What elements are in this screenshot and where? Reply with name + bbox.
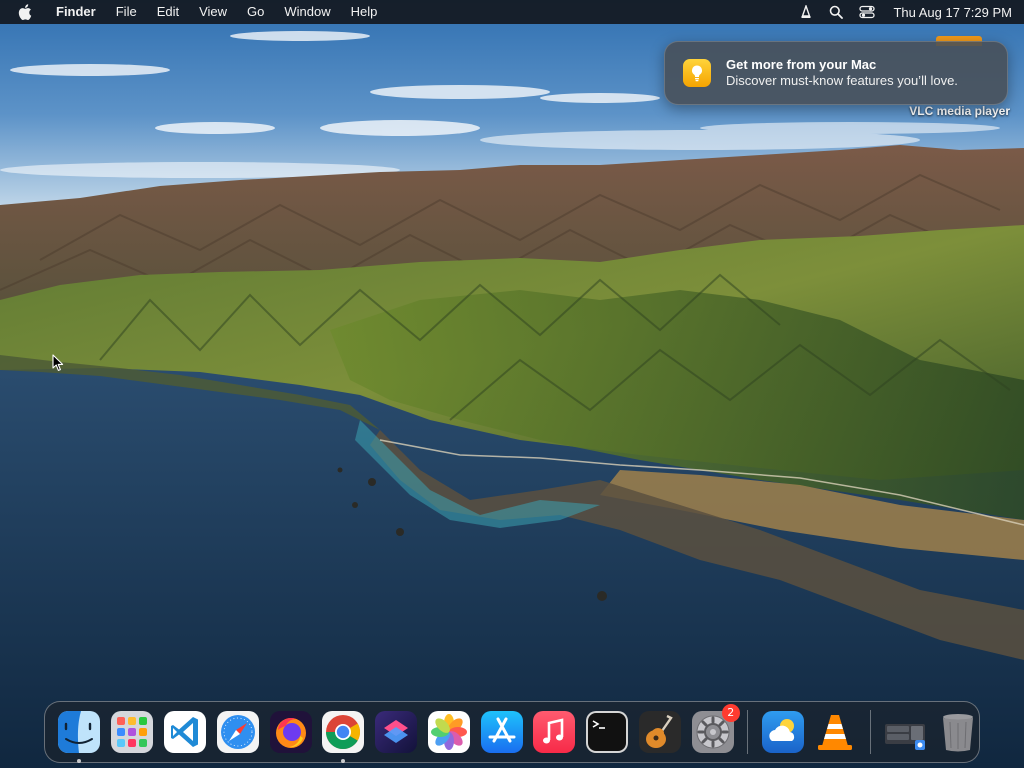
menu-help[interactable]: Help [341,0,388,24]
terminal-icon [586,711,629,753]
dock-shortcuts[interactable] [374,710,418,754]
downloads-stack-icon [885,724,926,750]
dock-music[interactable] [532,710,576,754]
menu-app-name[interactable]: Finder [46,0,106,24]
dock-downloads[interactable] [883,710,927,754]
notification-badge: 2 [721,704,740,722]
menu-file[interactable]: File [106,0,147,24]
menu-bar: Finder File Edit View Go Window Help Thu… [0,0,1024,24]
search-icon[interactable] [821,0,851,24]
dock-safari[interactable] [216,710,260,754]
control-center-icon[interactable] [851,0,883,24]
running-indicator [341,759,346,763]
trash-icon [942,714,973,752]
notification-banner[interactable]: Get more from your Mac Discover must-kno… [664,41,1008,105]
garageband-icon [638,711,681,753]
dock-vscode[interactable] [163,710,207,754]
menu-bar-clock[interactable]: Thu Aug 17 7:29 PM [883,5,1012,20]
dock-terminal[interactable] [585,710,629,754]
dock-chrome[interactable] [321,710,365,763]
dock: 2 [44,701,980,763]
finder-icon [58,711,101,753]
dock-app-store[interactable] [480,710,524,754]
menu-view[interactable]: View [189,0,237,24]
chrome-icon [322,711,365,753]
menu-edit[interactable]: Edit [147,0,189,24]
vscode-icon [163,711,206,753]
menu-go[interactable]: Go [237,0,274,24]
dock-vlc[interactable] [813,710,857,754]
shortcuts-icon [375,711,418,753]
dock-system-preferences[interactable]: 2 [691,704,740,754]
menu-bar-right: Thu Aug 17 7:29 PM [791,0,1012,24]
photos-icon [427,711,470,753]
dock-weather[interactable] [761,710,805,754]
app-store-icon [480,711,523,753]
dock-separator [747,710,749,754]
music-icon [533,711,576,753]
menu-bar-left: Finder File Edit View Go Window Help [16,0,387,24]
menu-window[interactable]: Window [274,0,340,24]
dock-firefox[interactable] [269,710,313,754]
vlc-icon [818,715,853,750]
dock-garageband[interactable] [638,710,682,754]
notification-text: Get more from your Mac Discover must-kno… [726,57,958,89]
dock-separator [869,710,871,754]
notification-body: Discover must-know features you’ll love. [726,73,958,88]
desktop-item-label[interactable]: VLC media player [909,104,1010,118]
apple-logo-icon[interactable] [16,4,46,20]
mouse-cursor-icon [52,354,64,377]
dock-trash[interactable] [936,710,980,754]
firefox-icon [269,711,312,753]
safari-icon [216,711,259,753]
dock-launchpad[interactable] [110,710,154,754]
lightbulb-icon [683,59,711,87]
vlc-status-icon[interactable] [791,0,821,24]
dock-finder[interactable] [57,710,101,763]
weather-icon [761,711,804,753]
dock-photos[interactable] [427,710,471,754]
desktop-wallpaper [0,0,1024,768]
notification-title: Get more from your Mac [726,57,877,72]
launchpad-icon [111,711,154,753]
running-indicator [77,759,82,763]
